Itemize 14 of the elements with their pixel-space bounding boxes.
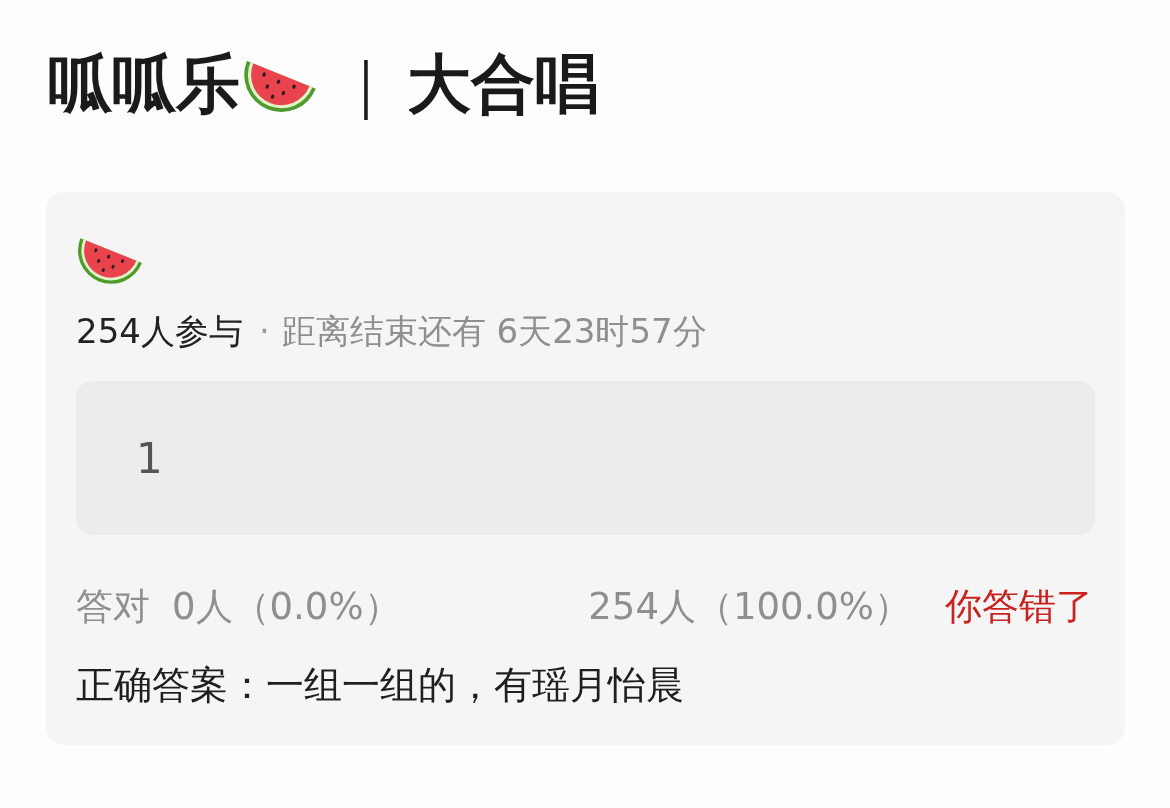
title-separator: ｜ — [336, 48, 395, 122]
watermelon-icon — [78, 238, 142, 284]
correct-answer-text: 正确答案：一组一组的，有瑶月怡晨 — [76, 662, 685, 708]
participant-count: 254人参与 — [76, 310, 243, 352]
correct-count: 0人（0.0%） — [172, 584, 401, 630]
result-text: 你答错了 — [945, 584, 1093, 630]
correct-label: 答对 — [76, 584, 150, 630]
page-subtitle: 大合唱 — [407, 52, 599, 116]
answer-text: 1 — [136, 433, 163, 483]
wrong-count: 254人（100.0%） — [588, 584, 911, 630]
watermelon-icon — [244, 60, 316, 112]
time-remaining: 距离结束还有 6天23时57分 — [281, 310, 707, 352]
meta-separator: · — [258, 310, 270, 352]
page-title: 呱呱乐 — [48, 52, 240, 116]
